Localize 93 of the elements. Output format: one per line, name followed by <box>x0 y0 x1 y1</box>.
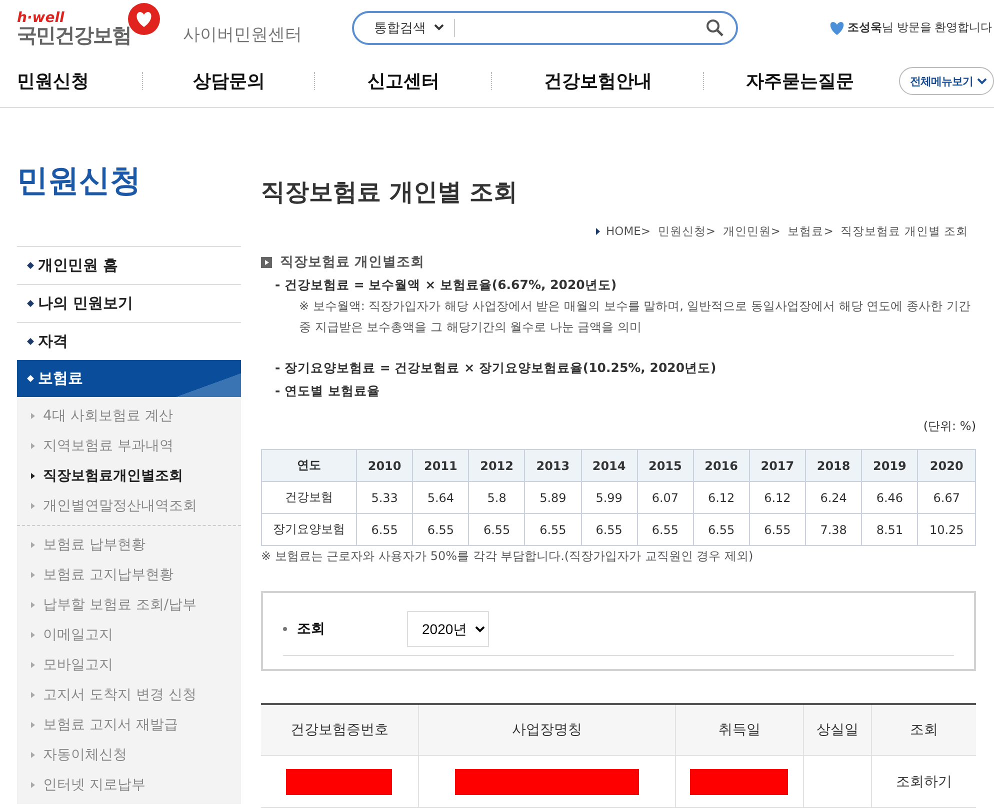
sidebar-item[interactable]: 보험료 <box>17 360 241 397</box>
formula-text: - 장기요양보험료 = 건강보험료 × 장기요양보험료율(10.25%, 2020년도) <box>275 360 718 377</box>
table-cell: 6.12 <box>693 482 750 514</box>
formula-text: - 건강보험료 = 보수월액 × 보험료율(6.67%, 2020년도) <box>275 277 618 294</box>
table-cell: 6.12 <box>749 482 806 514</box>
diamond-icon <box>27 338 34 345</box>
triangle-icon <box>31 473 35 479</box>
triangle-icon <box>31 443 35 449</box>
column-header: 2017 <box>749 450 806 482</box>
table-cell: 6.55 <box>356 514 413 546</box>
nav-item[interactable]: 자주묻는질문 <box>705 69 895 93</box>
column-header: 2011 <box>412 450 469 482</box>
triangle-icon <box>31 752 35 758</box>
column-header: 연도 <box>262 450 356 482</box>
nav-item[interactable]: 신고센터 <box>316 69 491 93</box>
table-cell: 6.55 <box>749 514 806 546</box>
triangle-icon <box>31 782 35 788</box>
table-cell: 6.55 <box>693 514 750 546</box>
bullet-icon <box>283 627 287 631</box>
unit-label: (단위: %) <box>922 418 976 435</box>
site-name: 사이버민원센터 <box>183 24 302 46</box>
table-cell: 6.55 <box>581 514 638 546</box>
triangle-icon <box>31 542 35 548</box>
logo-tagline: h·well <box>17 10 66 24</box>
table-cell: 건강보험 <box>262 482 356 514</box>
nav-item[interactable]: 건강보험안내 <box>493 69 703 93</box>
page-title: 직장보험료 개인별 조회 <box>261 177 519 208</box>
table-cell: 6.55 <box>637 514 694 546</box>
table-cell: 5.33 <box>356 482 413 514</box>
table-cell: 5.89 <box>524 482 581 514</box>
triangle-icon <box>31 572 35 578</box>
search-field[interactable]: 통합검색 <box>352 10 738 44</box>
triangle-icon <box>31 662 35 668</box>
diamond-icon <box>27 262 34 269</box>
table-cell: 6.24 <box>806 482 862 514</box>
table-cell: 6.55 <box>524 514 581 546</box>
query-label: 조회 <box>297 620 325 638</box>
column-header: 사업장명칭 <box>418 704 676 756</box>
heart-icon <box>828 20 845 34</box>
triangle-icon <box>31 503 35 509</box>
search-icon[interactable] <box>706 18 724 36</box>
sidebar-item[interactable]: 개인민원 홈 <box>17 246 241 284</box>
formula-text: - 연도별 보험료율 <box>275 383 381 400</box>
nav-item[interactable]: 민원신청 <box>17 69 142 93</box>
nav-item[interactable]: 상담문의 <box>144 69 314 93</box>
table-cell: 6.55 <box>412 514 469 546</box>
column-header: 2018 <box>806 450 862 482</box>
table-cell: 장기요양보험 <box>262 514 356 546</box>
triangle-icon <box>31 722 35 728</box>
table-cell: 5.8 <box>468 482 525 514</box>
column-header: 2013 <box>524 450 581 482</box>
section-title: 직장보험료 개인별조회 <box>280 253 425 271</box>
breadcrumb: HOME> 민원신청> 개인민원> 보험료> 직장보험료 개인별 조회 <box>606 224 968 239</box>
column-header: 2016 <box>693 450 750 482</box>
logo-text: 국민건강보험 <box>17 24 131 44</box>
view-link[interactable]: 조회하기 <box>896 774 952 790</box>
table-cell: 8.51 <box>862 514 918 546</box>
welcome-text: 조성욱님 방문을 환영합니다 <box>848 20 992 35</box>
column-header: 2012 <box>468 450 525 482</box>
table-cell: 6.07 <box>637 482 694 514</box>
column-header: 2019 <box>862 450 918 482</box>
table-cell: 6.55 <box>468 514 525 546</box>
chevron-down-icon <box>977 78 987 84</box>
triangle-icon <box>596 228 600 235</box>
table-cell: 6.46 <box>862 482 918 514</box>
triangle-icon <box>31 602 35 608</box>
table-note: ※ 보험료는 근로자와 사용자가 50%를 각각 부담합니다.(직장가입자가 교직원인 경우 제외) <box>261 548 754 565</box>
table-cell: 7.38 <box>806 514 862 546</box>
column-header: 상실일 <box>803 704 872 756</box>
column-header: 2020 <box>918 450 976 482</box>
triangle-icon <box>31 692 35 698</box>
diamond-icon <box>27 300 34 307</box>
column-header: 조회 <box>871 704 976 756</box>
play-square-icon <box>261 256 272 268</box>
triangle-icon <box>31 632 35 638</box>
table-cell: 5.99 <box>581 482 638 514</box>
sidebar-item[interactable]: 나의 민원보기 <box>17 284 241 322</box>
column-header: 2014 <box>581 450 638 482</box>
column-header: 2010 <box>356 450 413 482</box>
table-cell: 10.25 <box>918 514 976 546</box>
table-cell: 5.64 <box>412 482 469 514</box>
triangle-icon <box>31 413 35 419</box>
table-cell: 6.67 <box>918 482 976 514</box>
year-select[interactable]: 2020년 <box>407 611 489 647</box>
diamond-icon <box>27 375 34 382</box>
chevron-down-icon <box>434 24 444 31</box>
column-header: 건강보험증번호 <box>261 704 418 756</box>
column-header: 2015 <box>637 450 694 482</box>
sidebar-title: 민원신청 <box>17 162 142 201</box>
all-menu-button[interactable]: 전체메뉴보기 <box>899 67 994 95</box>
column-header: 취득일 <box>675 704 804 756</box>
note-text: ※ 보수월액: 직장가입자가 해당 사업장에서 받은 매월의 보수를 말하며, 일반적으로 동일사업장에서 해당 연도에 종사한 기간 중 지급받은 보수총액을 그 해당기간의 월수로 나눈 금액을 의미 <box>299 298 972 336</box>
submenu-item[interactable]: 직장보험료개인별조회 <box>17 461 241 491</box>
